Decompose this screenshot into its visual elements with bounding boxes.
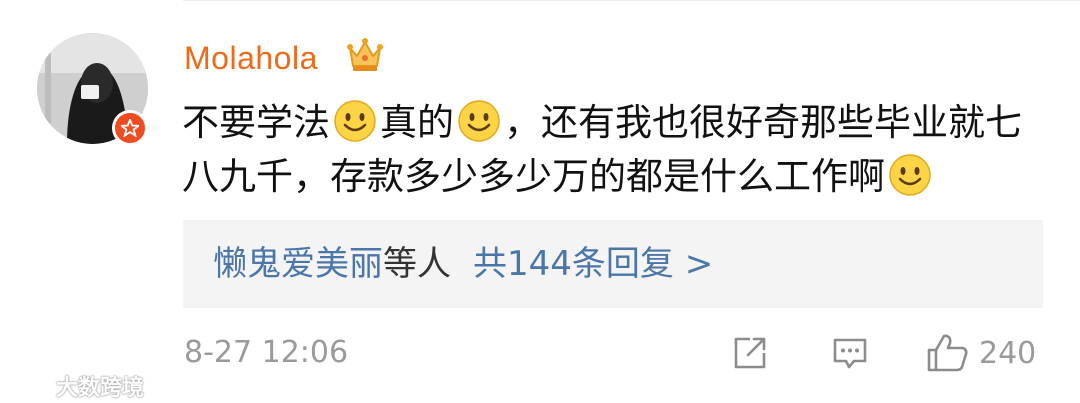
comment-timestamp: 8-27 12:06: [184, 335, 349, 370]
smile-emoji-icon: [457, 99, 501, 143]
thumbs-up-icon: [927, 334, 968, 372]
smile-emoji-icon: [333, 99, 377, 143]
top-divider: [183, 0, 1080, 1]
comment-text: 不要学法 真的 ，还有我也很好奇那些毕业就七八九千，存款多少多少万的都是什么工作啊: [182, 96, 1052, 204]
watermark-logo-icon: [10, 376, 51, 394]
comment-text-part: 不要学法: [182, 101, 330, 144]
reply-users-link[interactable]: 懒鬼爱美丽: [213, 244, 383, 284]
watermark-text: 大数跨境: [56, 376, 145, 401]
comment-icon[interactable]: [830, 332, 870, 374]
username[interactable]: Molahola: [184, 38, 318, 78]
view-replies-link[interactable]: 共144条回复 >: [473, 244, 713, 284]
replies-summary[interactable]: 懒鬼爱美丽 等人 共144条回复 >: [183, 220, 1043, 308]
reply-users-suffix: 等人: [383, 244, 451, 284]
comment-text-part: 真的: [380, 101, 454, 144]
like-button[interactable]: 240: [925, 332, 1036, 374]
crown-icon: [346, 36, 384, 74]
watermark: 大数跨境: [8, 370, 144, 402]
verified-badge-icon: [112, 110, 148, 146]
share-icon[interactable]: [730, 332, 770, 374]
smile-emoji-icon: [888, 153, 932, 197]
like-count: 240: [979, 335, 1037, 371]
